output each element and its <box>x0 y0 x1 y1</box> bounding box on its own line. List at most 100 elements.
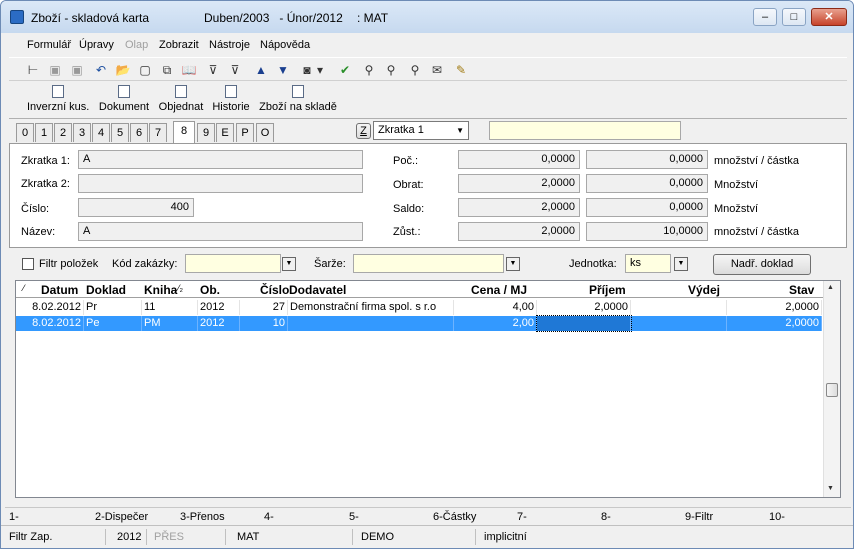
tab-8[interactable]: 8 <box>173 121 195 143</box>
check-filter-icon[interactable]: ✔ <box>337 62 353 78</box>
zkratka1-field[interactable]: A <box>78 150 363 169</box>
z-button[interactable]: Z <box>356 123 371 139</box>
minimize-icon: – <box>761 11 769 23</box>
cislo-field[interactable]: 400 <box>78 198 194 217</box>
open-folder-icon[interactable]: 📂 <box>115 62 131 78</box>
col-cislo[interactable]: Číslo <box>260 283 289 297</box>
tab-P[interactable]: P <box>236 123 254 142</box>
undo-icon[interactable]: ↶ <box>93 62 109 78</box>
book-icon[interactable]: 📖 <box>181 62 197 78</box>
fkey-1[interactable]: 1- <box>9 511 19 523</box>
title-bar: Zboží - skladová karta Duben/2003 - Únor… <box>1 1 853 33</box>
fkey-9[interactable]: 9-Filtr <box>685 511 713 523</box>
arrow-up-icon[interactable]: ▲ <box>253 62 269 78</box>
col-vydej[interactable]: Výdej <box>688 283 720 297</box>
table-row[interactable]: 8.02.2012 Pr 11 2012 27 Demonstrační fir… <box>16 300 822 315</box>
zust-value2: 10,0000 <box>586 222 708 241</box>
window-suffix: : MAT <box>357 11 389 25</box>
nazev-field[interactable]: A <box>78 222 363 241</box>
menu-nastroje[interactable]: Nástroje <box>209 39 250 51</box>
search-field[interactable] <box>489 121 681 140</box>
status-separator <box>352 529 353 545</box>
binoculars-next-icon[interactable]: ⚲ <box>383 62 399 78</box>
new-doc-icon[interactable]: ▢ <box>137 62 153 78</box>
fkey-8[interactable]: 8- <box>601 511 611 523</box>
tab-5[interactable]: 5 <box>111 123 129 142</box>
tab-4[interactable]: 4 <box>92 123 110 142</box>
sarze-field[interactable] <box>353 254 504 273</box>
cell-prijem-focused[interactable] <box>536 315 632 332</box>
filter-icon[interactable]: ⊽ <box>205 62 221 78</box>
col-ob[interactable]: Ob. <box>200 283 220 297</box>
zbozi-na-sklade-button[interactable]: Zboží na skladě <box>257 85 339 113</box>
tab-9[interactable]: 9 <box>197 123 215 142</box>
close-button[interactable]: ✕ <box>811 8 847 26</box>
binoculars-icon[interactable]: ⚲ <box>361 62 377 78</box>
fkey-7[interactable]: 7- <box>517 511 527 523</box>
tab-2[interactable]: 2 <box>54 123 72 142</box>
poc-label: Poč.: <box>393 155 419 167</box>
tab-7[interactable]: 7 <box>149 123 167 142</box>
cell-cislo: 10 <box>240 316 288 331</box>
scroll-up-icon[interactable]: ▲ <box>827 284 834 291</box>
objednat-button[interactable]: Objednat <box>157 85 205 113</box>
tab-O[interactable]: O <box>256 123 274 142</box>
arrow-down-icon[interactable]: ▼ <box>275 62 291 78</box>
fkey-4[interactable]: 4- <box>264 511 274 523</box>
obrat-value1: 2,0000 <box>458 174 580 193</box>
save-icon[interactable]: ▣ <box>47 62 63 78</box>
col-datum[interactable]: Datum <box>41 283 78 297</box>
vertical-scrollbar[interactable]: ▲ ▼ <box>823 281 840 497</box>
mail-icon[interactable]: ✉ <box>429 62 445 78</box>
copy-icon[interactable]: ⧉ <box>159 62 175 78</box>
tab-6[interactable]: 6 <box>130 123 148 142</box>
minimize-button[interactable]: – <box>753 8 777 26</box>
kod-zakazky-field[interactable] <box>185 254 281 273</box>
scroll-thumb[interactable] <box>826 383 838 397</box>
tree-icon[interactable]: ⊢ <box>25 62 41 78</box>
filtr-checkbox[interactable] <box>22 258 34 270</box>
menu-olap[interactable]: Olap <box>125 39 148 51</box>
nadr-doklad-button[interactable]: Nadř. doklad <box>713 254 811 275</box>
table-row-selected[interactable]: 8.02.2012 Pe PM 2012 10 2,00 2,0000 <box>16 315 822 332</box>
chevron-down-icon[interactable]: ▼ <box>506 257 520 271</box>
folder-edit-icon[interactable]: ✎ <box>453 62 469 78</box>
col-prijem[interactable]: Příjem <box>589 283 626 297</box>
tab-E[interactable]: E <box>216 123 234 142</box>
col-cena[interactable]: Cena / MJ <box>471 283 527 297</box>
scroll-down-icon[interactable]: ▼ <box>827 485 834 492</box>
menu-zobrazit[interactable]: Zobrazit <box>159 39 199 51</box>
fkey-6[interactable]: 6-Částky <box>433 511 476 523</box>
inverzni-kus-button[interactable]: Inverzní kus. <box>27 85 89 113</box>
jednotka-field[interactable]: ks <box>625 254 671 273</box>
fkey-3[interactable]: 3-Přenos <box>180 511 225 523</box>
col-stav[interactable]: Stav <box>789 283 814 297</box>
col-kniha[interactable]: Kniha <box>144 283 177 297</box>
chevron-down-icon[interactable]: ▼ <box>282 257 296 271</box>
fkey-5[interactable]: 5- <box>349 511 359 523</box>
zkratka2-field[interactable] <box>78 174 363 193</box>
save-as-icon[interactable]: ▣ <box>69 62 85 78</box>
dropdown-arrow-icon[interactable]: ▾ <box>315 62 325 78</box>
binoculars-prev-icon[interactable]: ⚲ <box>407 62 423 78</box>
fkey-10[interactable]: 10- <box>769 511 785 523</box>
zbozi-na-sklade-label: Zboží na skladě <box>259 101 337 113</box>
menu-napoveda[interactable]: Nápověda <box>260 39 310 51</box>
fkey-2[interactable]: 2-Dispečer <box>95 511 148 523</box>
dokument-button[interactable]: Dokument <box>97 85 151 113</box>
tab-selector-select[interactable]: Zkratka 1 ▼ <box>373 121 469 140</box>
col-doklad[interactable]: Doklad <box>86 283 126 297</box>
historie-button[interactable]: Historie <box>211 85 251 113</box>
maximize-button[interactable]: □ <box>782 8 806 26</box>
tab-3[interactable]: 3 <box>73 123 91 142</box>
camera-icon[interactable]: ◙ <box>299 62 315 78</box>
menu-formular[interactable]: Formulář <box>27 39 71 51</box>
tab-0[interactable]: 0 <box>16 123 34 142</box>
poc-unit: množství / částka <box>714 155 799 167</box>
col-dodavatel[interactable]: Dodavatel <box>289 283 346 297</box>
menu-upravy[interactable]: Úpravy <box>79 39 114 51</box>
items-table: ⁄ Datum Doklad Kniha ⁄₂ Ob. Číslo Dodava… <box>15 280 841 498</box>
filter-edit-icon[interactable]: ⊽ <box>227 62 243 78</box>
tab-1[interactable]: 1 <box>35 123 53 142</box>
chevron-down-icon[interactable]: ▼ <box>674 257 688 271</box>
